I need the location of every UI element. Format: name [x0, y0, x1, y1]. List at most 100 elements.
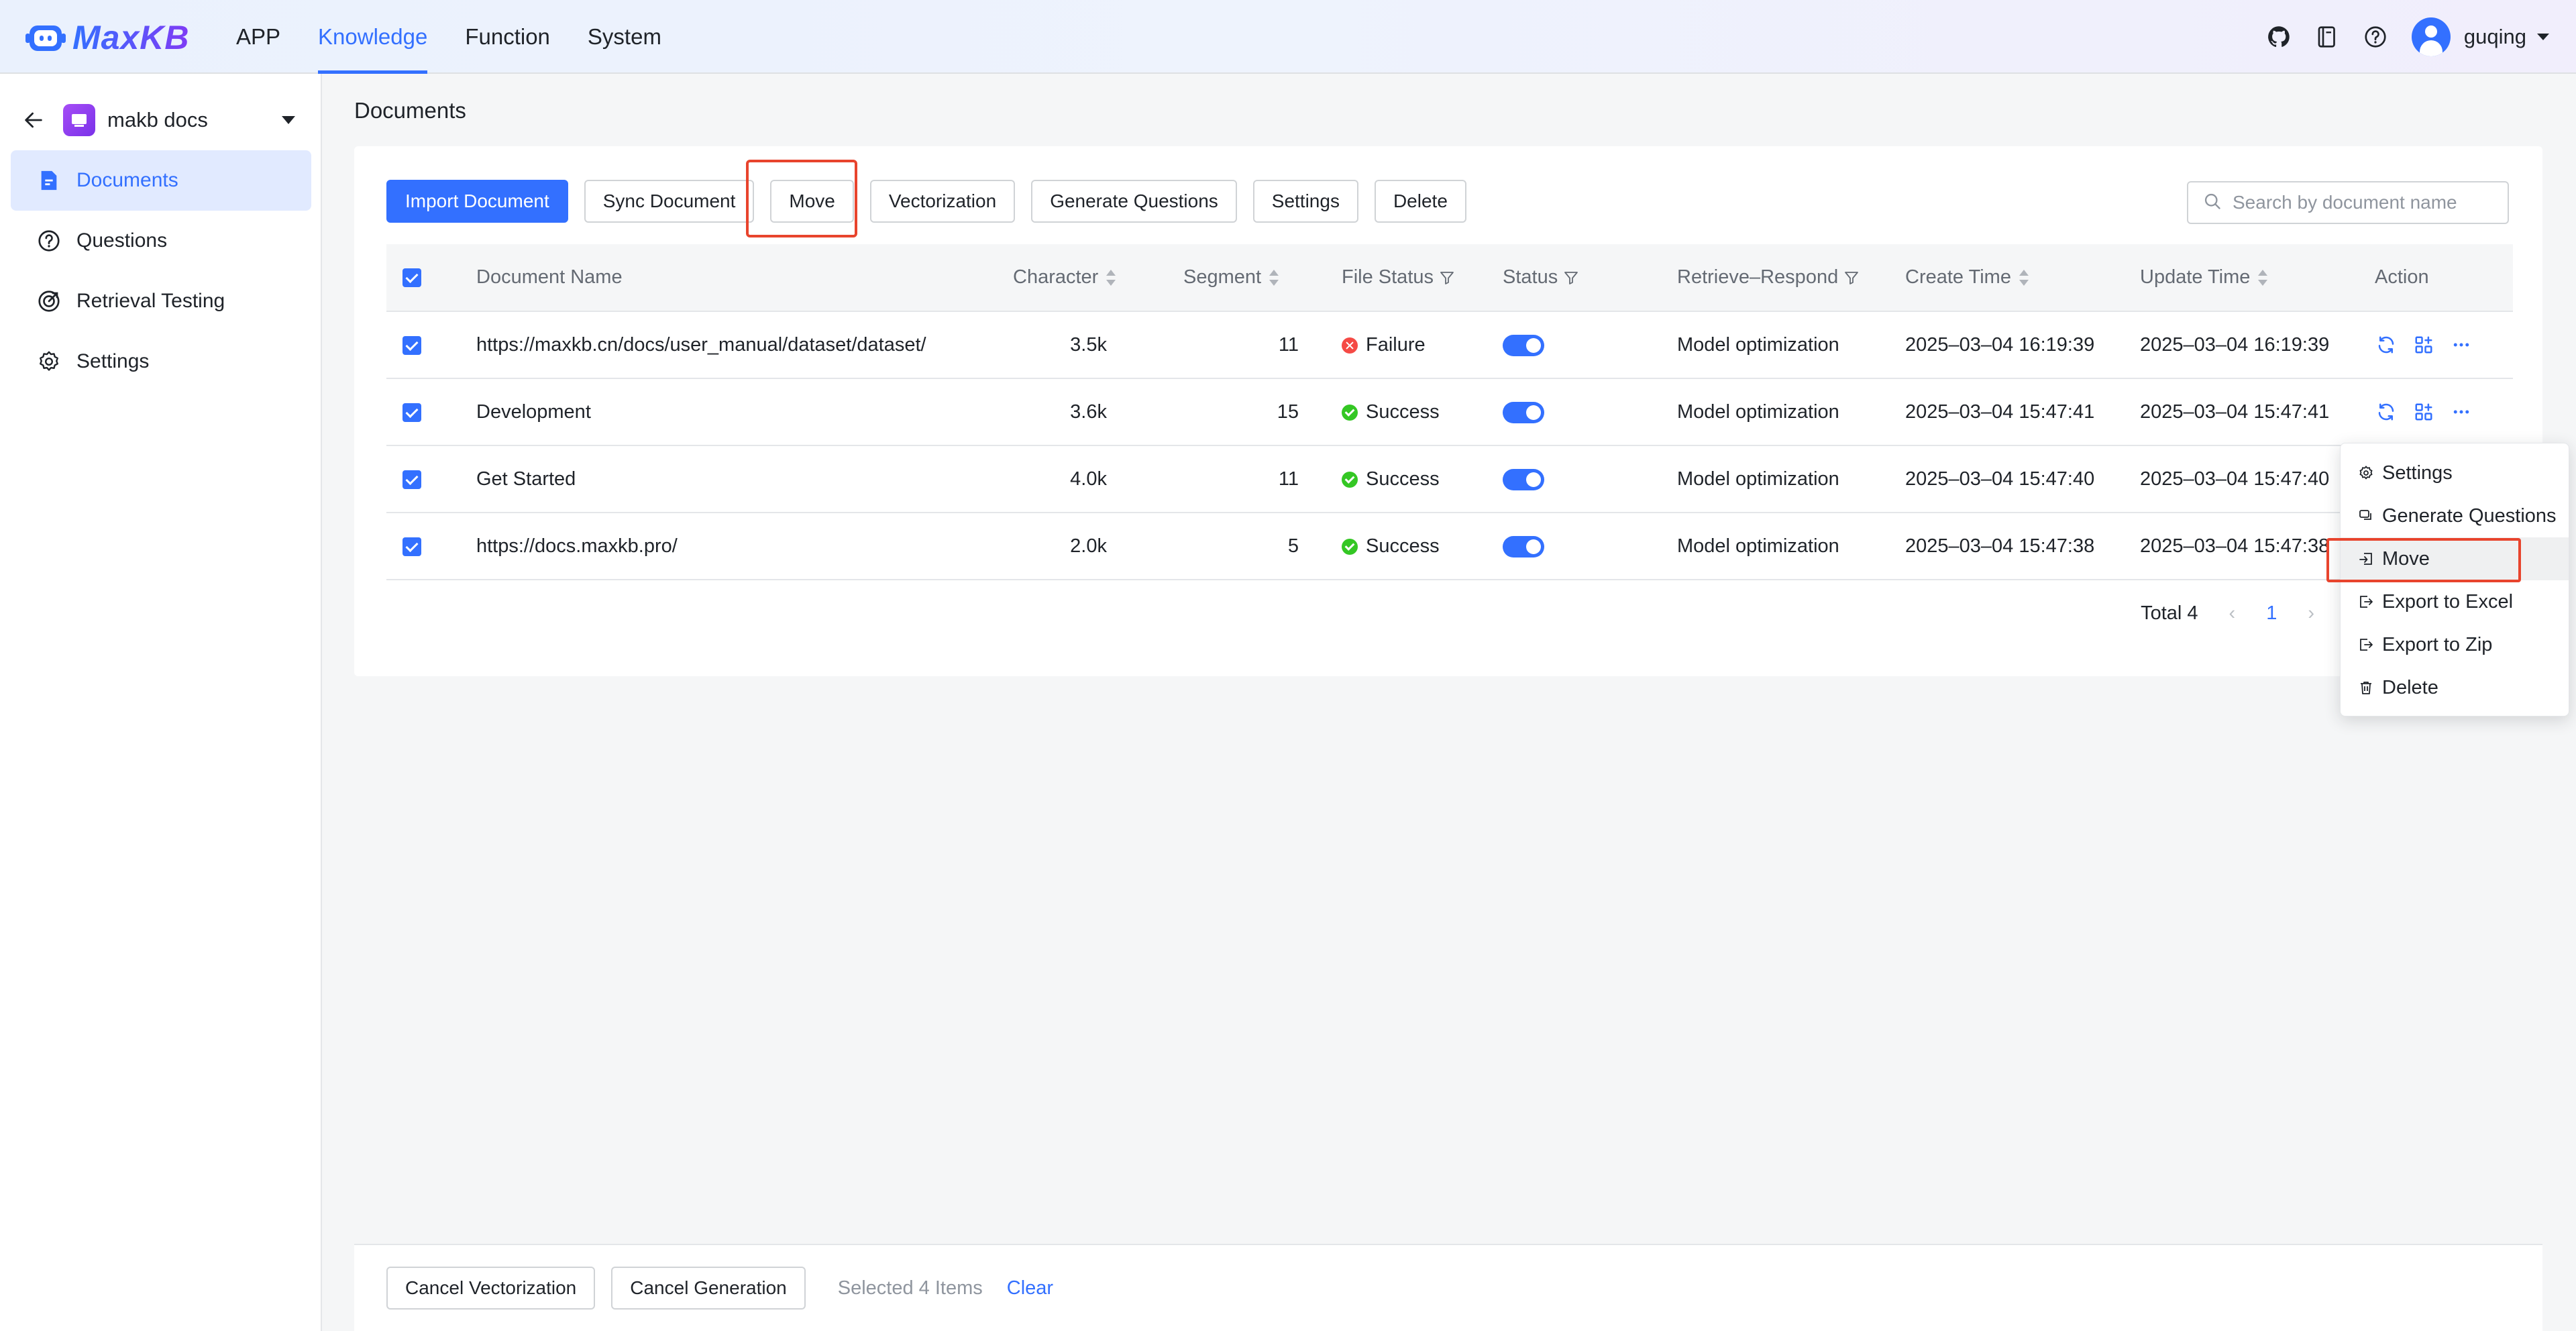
file-status: Success: [1328, 378, 1503, 446]
import-document-button[interactable]: Import Document: [386, 180, 568, 223]
menu-item-export-zip[interactable]: Export to Zip: [2341, 623, 2569, 666]
character-count: 3.6k: [1013, 378, 1161, 446]
maxkb-logo-icon: [25, 20, 66, 55]
sidebar-item-documents[interactable]: Documents: [11, 150, 311, 211]
vectorization-button[interactable]: Vectorization: [869, 180, 1016, 223]
col-segment[interactable]: Segment: [1161, 244, 1328, 312]
select-all-checkbox[interactable]: [402, 268, 421, 288]
cancel-generation-button[interactable]: Cancel Generation: [611, 1267, 806, 1310]
menu-item-settings[interactable]: Settings: [2341, 451, 2569, 494]
sync-icon[interactable]: [2375, 401, 2398, 423]
col-create-time[interactable]: Create Time: [1905, 244, 2140, 312]
sidebar-item-label: Questions: [76, 229, 168, 252]
book-icon[interactable]: [2312, 22, 2342, 52]
col-file-status[interactable]: File Status: [1328, 244, 1503, 312]
sidebar-item-questions[interactable]: Questions: [11, 211, 311, 271]
knowledge-selector[interactable]: makb docs: [20, 101, 302, 140]
file-status: Success: [1328, 445, 1503, 513]
row-checkbox[interactable]: [402, 537, 421, 556]
row-checkbox[interactable]: [402, 470, 421, 489]
username[interactable]: guqing: [2464, 25, 2526, 49]
action-cell: [2375, 378, 2513, 446]
generate-questions-button[interactable]: Generate Questions: [1031, 180, 1237, 223]
prev-page-icon[interactable]: ‹: [2229, 602, 2236, 625]
table-row[interactable]: https://docs.maxkb.pro/ 2.0k 5 Success M…: [386, 513, 2513, 580]
nav-function[interactable]: Function: [465, 0, 550, 74]
logo[interactable]: MaxKB: [25, 17, 189, 58]
filter-icon[interactable]: [1843, 270, 1860, 286]
sidebar-item-label: Documents: [76, 169, 178, 191]
menu-item-generate-questions[interactable]: Generate Questions: [2341, 494, 2569, 537]
sidebar-item-settings[interactable]: Settings: [11, 331, 311, 392]
row-checkbox[interactable]: [402, 335, 421, 355]
back-arrow-icon[interactable]: [20, 107, 47, 134]
character-count: 4.0k: [1013, 445, 1161, 513]
success-icon: [1342, 404, 1358, 421]
clear-selection-link[interactable]: Clear: [1007, 1277, 1053, 1299]
sort-icon[interactable]: [2258, 270, 2268, 286]
chevron-down-icon[interactable]: [2537, 34, 2549, 40]
document-name[interactable]: Development: [476, 378, 1013, 446]
page-number[interactable]: 1: [2266, 602, 2277, 625]
status-toggle[interactable]: [1503, 535, 1544, 557]
gear-icon: [2357, 464, 2375, 482]
search-input[interactable]: [2233, 192, 2501, 213]
avatar[interactable]: [2411, 17, 2451, 56]
more-icon[interactable]: [2450, 333, 2473, 356]
documents-table: Document Name Character Segment File Sta…: [386, 244, 2513, 580]
col-update-time[interactable]: Update Time: [2140, 244, 2375, 312]
create-time: 2025–03–04 15:47:41: [1905, 378, 2140, 446]
nav-system[interactable]: System: [588, 0, 661, 74]
sort-icon[interactable]: [1269, 270, 1279, 286]
status-toggle[interactable]: [1503, 401, 1544, 423]
document-icon: [36, 168, 62, 193]
menu-item-label: Export to Zip: [2382, 633, 2493, 655]
document-name[interactable]: https://docs.maxkb.pro/: [476, 513, 1013, 580]
sort-icon[interactable]: [1106, 270, 1116, 286]
col-retrieve-respond[interactable]: Retrieve–Respond: [1677, 244, 1905, 312]
cancel-vectorization-button[interactable]: Cancel Vectorization: [386, 1267, 596, 1310]
segment-count: 5: [1161, 513, 1328, 580]
caret-down-icon[interactable]: [282, 116, 295, 124]
sidebar-item-retrieval-testing[interactable]: Retrieval Testing: [11, 271, 311, 331]
document-name[interactable]: https://maxkb.cn/docs/user_manual/datase…: [476, 311, 1013, 379]
menu-item-label: Delete: [2382, 676, 2438, 698]
select-all-cell[interactable]: [386, 244, 476, 312]
more-icon[interactable]: [2450, 401, 2473, 423]
document-name[interactable]: Get Started: [476, 445, 1013, 513]
github-icon[interactable]: [2264, 22, 2294, 52]
sync-document-button[interactable]: Sync Document: [584, 180, 755, 223]
next-page-icon[interactable]: ›: [2308, 602, 2314, 625]
selected-count: Selected 4 Items: [837, 1277, 983, 1299]
nav-knowledge[interactable]: Knowledge: [318, 0, 428, 74]
col-character[interactable]: Character: [1013, 244, 1161, 312]
help-icon[interactable]: [2361, 22, 2390, 52]
menu-item-export-excel[interactable]: Export to Excel: [2341, 580, 2569, 623]
vectorize-icon[interactable]: [2412, 401, 2435, 423]
delete-button[interactable]: Delete: [1374, 180, 1466, 223]
settings-button[interactable]: Settings: [1252, 180, 1358, 223]
col-status-label: Status: [1503, 266, 1558, 288]
nav-app[interactable]: APP: [236, 0, 280, 74]
file-status: Failure: [1328, 311, 1503, 379]
sync-icon[interactable]: [2375, 333, 2398, 356]
col-status[interactable]: Status: [1503, 244, 1677, 312]
logo-text: MaxKB: [72, 19, 190, 56]
knowledge-base-icon: [63, 104, 95, 136]
row-checkbox[interactable]: [402, 403, 421, 422]
col-action: Action: [2375, 244, 2513, 312]
status-toggle[interactable]: [1503, 468, 1544, 490]
table-row[interactable]: Get Started 4.0k 11 Success Model optimi…: [386, 445, 2513, 513]
filter-icon[interactable]: [1439, 270, 1455, 286]
update-time: 2025–03–04 15:47:41: [2140, 378, 2375, 446]
sort-icon[interactable]: [2019, 270, 2029, 286]
status-toggle[interactable]: [1503, 334, 1544, 356]
file-status: Success: [1328, 513, 1503, 580]
menu-item-delete[interactable]: Delete: [2341, 666, 2569, 709]
table-row[interactable]: https://maxkb.cn/docs/user_manual/datase…: [386, 311, 2513, 379]
search-box[interactable]: [2187, 181, 2509, 224]
table-row[interactable]: Development 3.6k 15 Success Model optimi…: [386, 378, 2513, 446]
vectorize-icon[interactable]: [2412, 333, 2435, 356]
filter-icon[interactable]: [1563, 270, 1579, 286]
segment-count: 15: [1161, 378, 1328, 446]
